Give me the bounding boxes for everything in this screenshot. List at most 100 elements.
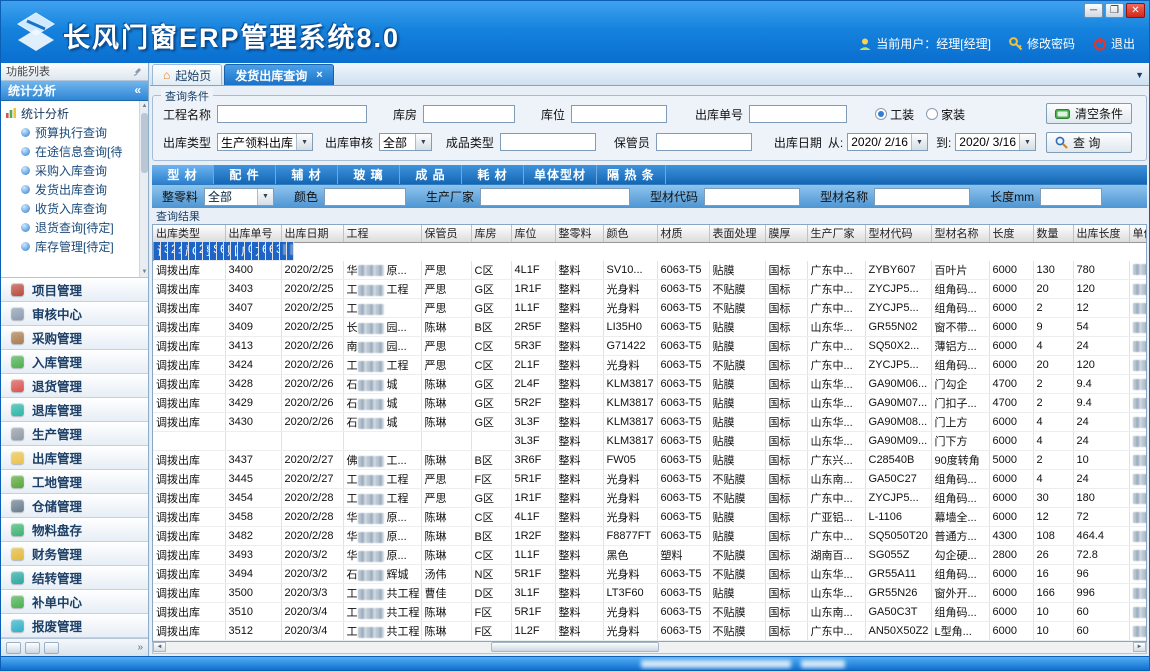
tree-scrollbar[interactable]: ▲ ▼: [139, 101, 148, 277]
table-row[interactable]: 调拨出库35102020/3/4工共工程陈琳F区5R1F整料光身料6063-T5…: [153, 603, 1147, 622]
date-to-picker[interactable]: 2020/ 3/16 ▼: [955, 133, 1036, 151]
tree-root-statistics[interactable]: 统计分析: [5, 104, 148, 123]
search-button[interactable]: 查 询: [1046, 132, 1132, 153]
sidebar-module[interactable]: 财务管理: [1, 542, 148, 566]
table-row[interactable]: 调拨出库34302020/2/26石城陈琳G区3L3F整料KLM38176063…: [153, 413, 1147, 432]
manufacturer-input[interactable]: [480, 188, 630, 206]
profile-name-input[interactable]: [874, 188, 970, 206]
table-row[interactable]: 调拨出库34582020/2/28华原...陈琳C区4L1F整料光身料6063-…: [153, 508, 1147, 527]
column-header[interactable]: 材质: [657, 225, 709, 242]
tree-item[interactable]: 退货查询[待定]: [5, 218, 148, 237]
scroll-up-icon[interactable]: ▲: [140, 101, 148, 111]
column-header[interactable]: 表面处理: [709, 225, 765, 242]
table-row[interactable]: 调拨出库34942020/3/2石辉城汤伟N区5R1F整料光身料6063-T5不…: [153, 565, 1147, 584]
sidebar-module[interactable]: 仓储管理: [1, 494, 148, 518]
minimize-button[interactable]: ─: [1084, 3, 1103, 18]
sidebar-module[interactable]: 项目管理: [1, 278, 148, 302]
table-row[interactable]: 调拨出库34932020/3/2华原...陈琳C区1L1F整料黑色塑料不贴膜国标…: [153, 546, 1147, 565]
sidebar-module[interactable]: 退库管理: [1, 398, 148, 422]
change-password-button[interactable]: 修改密码: [1009, 35, 1075, 52]
horizontal-scrollbar[interactable]: ◄ ►: [152, 642, 1147, 654]
table-row[interactable]: 调拨出库34372020/2/27佛工...陈琳B区3R6F整料FW056063…: [153, 451, 1147, 470]
column-header[interactable]: 颜色: [603, 225, 657, 242]
material-tab[interactable]: 成 品: [400, 165, 462, 184]
keeper-input[interactable]: [656, 133, 752, 151]
audit-select[interactable]: 全部 ▼: [379, 133, 432, 151]
column-header[interactable]: 出库单号: [225, 225, 281, 242]
footer-tool-icon[interactable]: [44, 642, 59, 654]
column-header[interactable]: 保管员: [421, 225, 471, 242]
sidebar-module[interactable]: 出库管理: [1, 446, 148, 470]
table-row[interactable]: 调拨出库35002020/3/3工共工程曹佳D区3L1F整料LT3F606063…: [153, 584, 1147, 603]
hscroll-thumb[interactable]: [491, 642, 660, 652]
footer-tool-icon[interactable]: [6, 642, 21, 654]
table-row[interactable]: 调拨出库34072020/2/25工严思G区1L1F整料光身料6063-T5不贴…: [153, 299, 1147, 318]
tree-item[interactable]: 收货入库查询: [5, 199, 148, 218]
sidebar-module[interactable]: 退货管理: [1, 374, 148, 398]
sidebar-module[interactable]: 物料盘存: [1, 518, 148, 542]
table-row[interactable]: 调拨出库34032020/2/25工工程严思G区1R1F整料光身料6063-T5…: [153, 280, 1147, 299]
close-button[interactable]: ✕: [1126, 3, 1145, 18]
sidebar-module[interactable]: 工地管理: [1, 470, 148, 494]
column-header[interactable]: 库位: [511, 225, 555, 242]
table-row[interactable]: 调拨出库34452020/2/27工工程严思F区5R1F整料光身料6063-T5…: [153, 470, 1147, 489]
tree-item[interactable]: 采购入库查询: [5, 161, 148, 180]
tab-home[interactable]: ⌂ 起始页: [152, 64, 222, 85]
material-tab[interactable]: 配 件: [214, 165, 276, 184]
table-row[interactable]: 调拨出库33992020/2/25华原...严思C区2L1F整料SV10...6…: [153, 243, 225, 261]
tab-shipment-outbound-query[interactable]: 发货出库查询 ×: [224, 64, 333, 85]
maximize-button[interactable]: ❐: [1105, 3, 1124, 18]
table-row[interactable]: 调拨出库35122020/3/4工共工程陈琳F区1L2F整料光身料6063-T5…: [153, 622, 1147, 641]
material-tab[interactable]: 型 材: [152, 165, 214, 184]
tab-close-icon[interactable]: ×: [312, 70, 322, 81]
pin-icon[interactable]: [133, 66, 143, 76]
column-header[interactable]: 膜厚: [765, 225, 807, 242]
column-header[interactable]: 出库长度: [1073, 225, 1129, 242]
length-input[interactable]: [1040, 188, 1102, 206]
sidebar-section-statistics[interactable]: 统计分析 «: [1, 81, 148, 101]
column-header[interactable]: 出库类型: [153, 225, 225, 242]
column-header[interactable]: 整零料: [555, 225, 603, 242]
column-header[interactable]: 库房: [471, 225, 511, 242]
table-row[interactable]: 调拨出库34002020/2/25华原...严思C区4L1F整料SV10...6…: [153, 261, 1147, 280]
column-header[interactable]: 型材代码: [865, 225, 931, 242]
sidebar-module[interactable]: 生产管理: [1, 422, 148, 446]
project-name-input[interactable]: [217, 105, 367, 123]
warehouse-input[interactable]: [423, 105, 515, 123]
table-row[interactable]: 调拨出库34542020/2/28工工程严思G区1R1F整料光身料6063-T5…: [153, 489, 1147, 508]
sidebar-module[interactable]: 采购管理: [1, 326, 148, 350]
sidebar-module[interactable]: 报废管理: [1, 614, 148, 638]
material-tab[interactable]: 单体型材: [524, 165, 597, 184]
scroll-right-icon[interactable]: ►: [1133, 642, 1146, 652]
collapse-icon[interactable]: «: [134, 83, 141, 97]
sidebar-module[interactable]: 入库管理: [1, 350, 148, 374]
column-header[interactable]: 长度: [989, 225, 1033, 242]
tree-item[interactable]: 发货出库查询: [5, 180, 148, 199]
tree-scrollbar-thumb[interactable]: [141, 113, 148, 173]
order-no-input[interactable]: [749, 105, 847, 123]
column-header[interactable]: 数量: [1033, 225, 1073, 242]
material-tab[interactable]: 隔 热 条: [597, 165, 666, 184]
material-tab[interactable]: 玻 璃: [338, 165, 400, 184]
material-tab[interactable]: 辅 材: [276, 165, 338, 184]
footer-tool-icon[interactable]: [25, 642, 40, 654]
column-header[interactable]: 生产厂家: [807, 225, 865, 242]
table-row[interactable]: 调拨出库34282020/2/26石城陈琳G区2L4F整料KLM38176063…: [153, 375, 1147, 394]
sidebar-module[interactable]: 结转管理: [1, 566, 148, 590]
radio-work-clothes[interactable]: 工装: [875, 106, 914, 123]
column-header[interactable]: 型材名称: [931, 225, 989, 242]
sidebar-module[interactable]: 补单中心: [1, 590, 148, 614]
tree-item[interactable]: 预算执行查询: [5, 123, 148, 142]
scroll-down-icon[interactable]: ▼: [140, 267, 148, 277]
column-header[interactable]: 单价: [1129, 225, 1147, 242]
profile-code-input[interactable]: [704, 188, 800, 206]
table-row[interactable]: 调拨出库34822020/2/28华原...陈琳B区1R2F整料F8877FT6…: [153, 527, 1147, 546]
material-tab[interactable]: 耗 材: [462, 165, 524, 184]
radio-home-decoration[interactable]: 家装: [926, 106, 965, 123]
whole-part-select[interactable]: 全部 ▼: [204, 188, 274, 206]
column-header[interactable]: 工程: [343, 225, 421, 242]
logout-button[interactable]: 退出: [1093, 35, 1135, 52]
table-row[interactable]: 3L3F整料KLM38176063-T5贴膜国标山东华...GA90M09...…: [153, 432, 1147, 451]
table-row[interactable]: 调拨出库34092020/2/25长园...陈琳B区2R5F整料LI35H060…: [153, 318, 1147, 337]
color-input[interactable]: [324, 188, 406, 206]
